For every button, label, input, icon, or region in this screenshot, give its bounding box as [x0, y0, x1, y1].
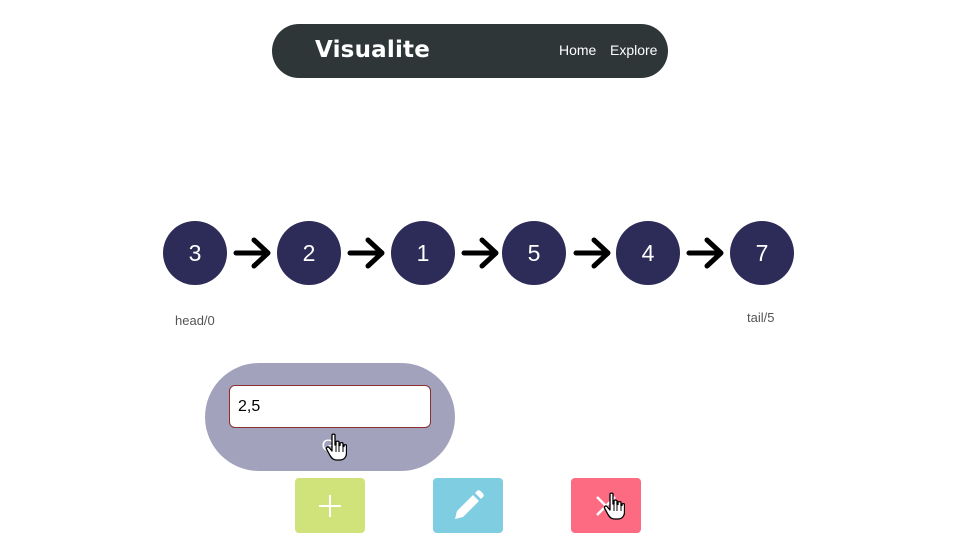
plus-icon: [319, 494, 341, 517]
navbar: Visualite Home Explore: [272, 24, 668, 78]
value-input[interactable]: [229, 385, 431, 428]
hand-cursor-icon: [603, 492, 625, 520]
list-node: 1: [391, 221, 455, 285]
list-node: 7: [730, 221, 794, 285]
arrow-right-icon: [573, 237, 611, 269]
list-node: 4: [616, 221, 680, 285]
list-node: 5: [502, 221, 566, 285]
arrow-right-icon: [461, 237, 499, 269]
list-node: 2: [277, 221, 341, 285]
tail-pointer-label: tail/5: [747, 310, 775, 325]
hand-cursor-icon: [325, 433, 347, 461]
add-button[interactable]: [295, 478, 365, 533]
arrow-right-icon: [233, 237, 271, 269]
brand-logo[interactable]: Visualite: [315, 37, 430, 63]
list-node: 3: [163, 221, 227, 285]
pencil-icon: [455, 489, 484, 519]
input-panel: Go: [205, 363, 455, 471]
arrow-right-icon: [686, 237, 724, 269]
arrow-right-icon: [347, 237, 385, 269]
nav-link-home[interactable]: Home: [559, 42, 596, 58]
nav-link-explore[interactable]: Explore: [610, 42, 657, 58]
edit-button[interactable]: [433, 478, 503, 533]
head-pointer-label: head/0: [175, 313, 215, 328]
